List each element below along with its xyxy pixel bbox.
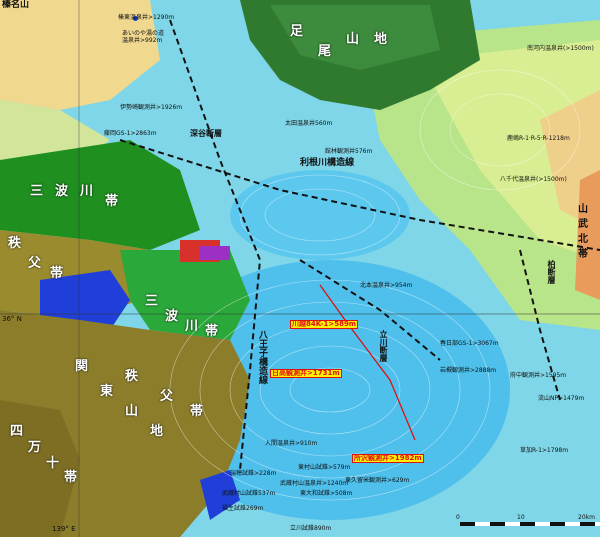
chichibu-right-3: 帯	[190, 404, 204, 419]
well-label: 武蔵村山試錐537m	[222, 490, 276, 497]
chichibu-left-2: 父	[28, 256, 42, 271]
well-label: 草加R-1>1798m	[520, 447, 569, 454]
kanto-4: 地	[150, 424, 164, 439]
sanbagawa-left-2: 波	[55, 184, 69, 199]
well-label: 入間温泉井>910m	[265, 440, 318, 447]
chichibu-right-2: 父	[160, 389, 174, 404]
kanto-2: 東	[100, 384, 114, 399]
tachikawa-fault-label: 立川断層	[379, 330, 388, 362]
sanbagawa-left-4: 帯	[105, 194, 119, 209]
well-label: 八千代温泉井(>1500m)	[500, 176, 567, 183]
well-label: 瑞穂試錐>228m	[230, 470, 277, 477]
well-label: 岩槻観測井>2888m	[440, 367, 497, 374]
chichibu-left-3: 帯	[50, 266, 64, 281]
chichibu-right-1: 秩	[125, 369, 139, 384]
well-label: あいのや湯の道 温泉井>992m	[122, 30, 165, 44]
well-label: 東村山試錐>579m	[298, 464, 351, 471]
kanto-1: 関	[75, 359, 89, 374]
well-label: 館林観測井576m	[325, 148, 373, 155]
well-label: 東久留米観測井>629m	[345, 477, 410, 484]
ashio-char-2: 尾	[318, 44, 332, 59]
yamizo-3: 北	[578, 234, 588, 245]
well-label: 立川試錐890m	[290, 525, 332, 532]
chichibu-left-1: 秩	[8, 236, 22, 251]
sanbagawa-left-3: 川	[80, 184, 94, 199]
hidaka-well-label: 日高観測井>1731m	[270, 369, 342, 378]
geologic-basement-map: 榛名山 36° N 139° E 0 10 20km 足 尾 山 地 三 波 川…	[0, 0, 600, 537]
well-label: 南河内温泉井(>1500m)	[527, 45, 594, 52]
ashio-char-3: 山	[346, 32, 360, 47]
well-label: 流山NP>1479m	[538, 395, 585, 402]
map-canvas	[0, 0, 600, 537]
tokorozawa-well-label: 所沢観測井>1982m	[352, 454, 424, 463]
scale-tick-20: 20km	[578, 514, 595, 521]
hachioji-fault-label: 八王子構造線	[257, 330, 267, 384]
kawagoe-well-label: 川越84K-1>589m	[290, 320, 359, 329]
kanto-3: 山	[125, 404, 139, 419]
yamizo-4: 帯	[578, 249, 588, 260]
well-label: 伊勢崎観測井>1926m	[120, 104, 183, 111]
scale-tick-0: 0	[456, 514, 460, 521]
shimanto-1: 四	[10, 424, 24, 439]
shimanto-2: 万	[28, 440, 42, 455]
shimanto-4: 帯	[64, 470, 78, 485]
well-label: 福生試錐269m	[222, 505, 264, 512]
purple-patch	[200, 246, 230, 260]
fukaya-fault-label: 深谷断層	[190, 129, 222, 138]
well-label: 府中観測井>1595m	[510, 372, 567, 379]
well-label: 武蔵村山温泉井>1240m	[280, 480, 349, 487]
well-label: 北本温泉井>954m	[360, 282, 413, 289]
scale-tick-10: 10	[517, 514, 525, 521]
scale-bar	[460, 522, 600, 526]
sanbagawa-center-4: 帯	[205, 324, 219, 339]
yamizo-1: 山	[578, 204, 588, 215]
lon-139-label: 139° E	[52, 525, 76, 533]
well-label: 藤岡GS-1>2863m	[104, 130, 157, 137]
well-label: 榛東温泉井>1290m	[118, 14, 175, 21]
well-label: 鹿嶋R-1·R-5·R-1218m	[507, 135, 570, 142]
sanbagawa-center-2: 波	[165, 309, 179, 324]
shimanto-3: 十	[46, 456, 60, 471]
ashio-char-4: 地	[374, 32, 388, 47]
sanbagawa-left-1: 三	[30, 184, 44, 199]
ashio-char-1: 足	[290, 24, 304, 39]
well-label: 東大和試錐>508m	[300, 490, 353, 497]
sanbagawa-center-3: 川	[185, 319, 199, 334]
kashiwa-fault-label: 柏断層	[547, 260, 556, 284]
well-label: 春日部GS-1>3067m	[440, 340, 499, 347]
sanbagawa-center-1: 三	[145, 294, 159, 309]
well-label: 太田温泉井560m	[285, 120, 333, 127]
yamizo-2: 武	[578, 219, 588, 230]
tone-fault-label: 利根川構造線	[300, 158, 355, 168]
lat-36-label: 36° N	[2, 315, 22, 323]
haruna-label: 榛名山	[2, 0, 30, 10]
